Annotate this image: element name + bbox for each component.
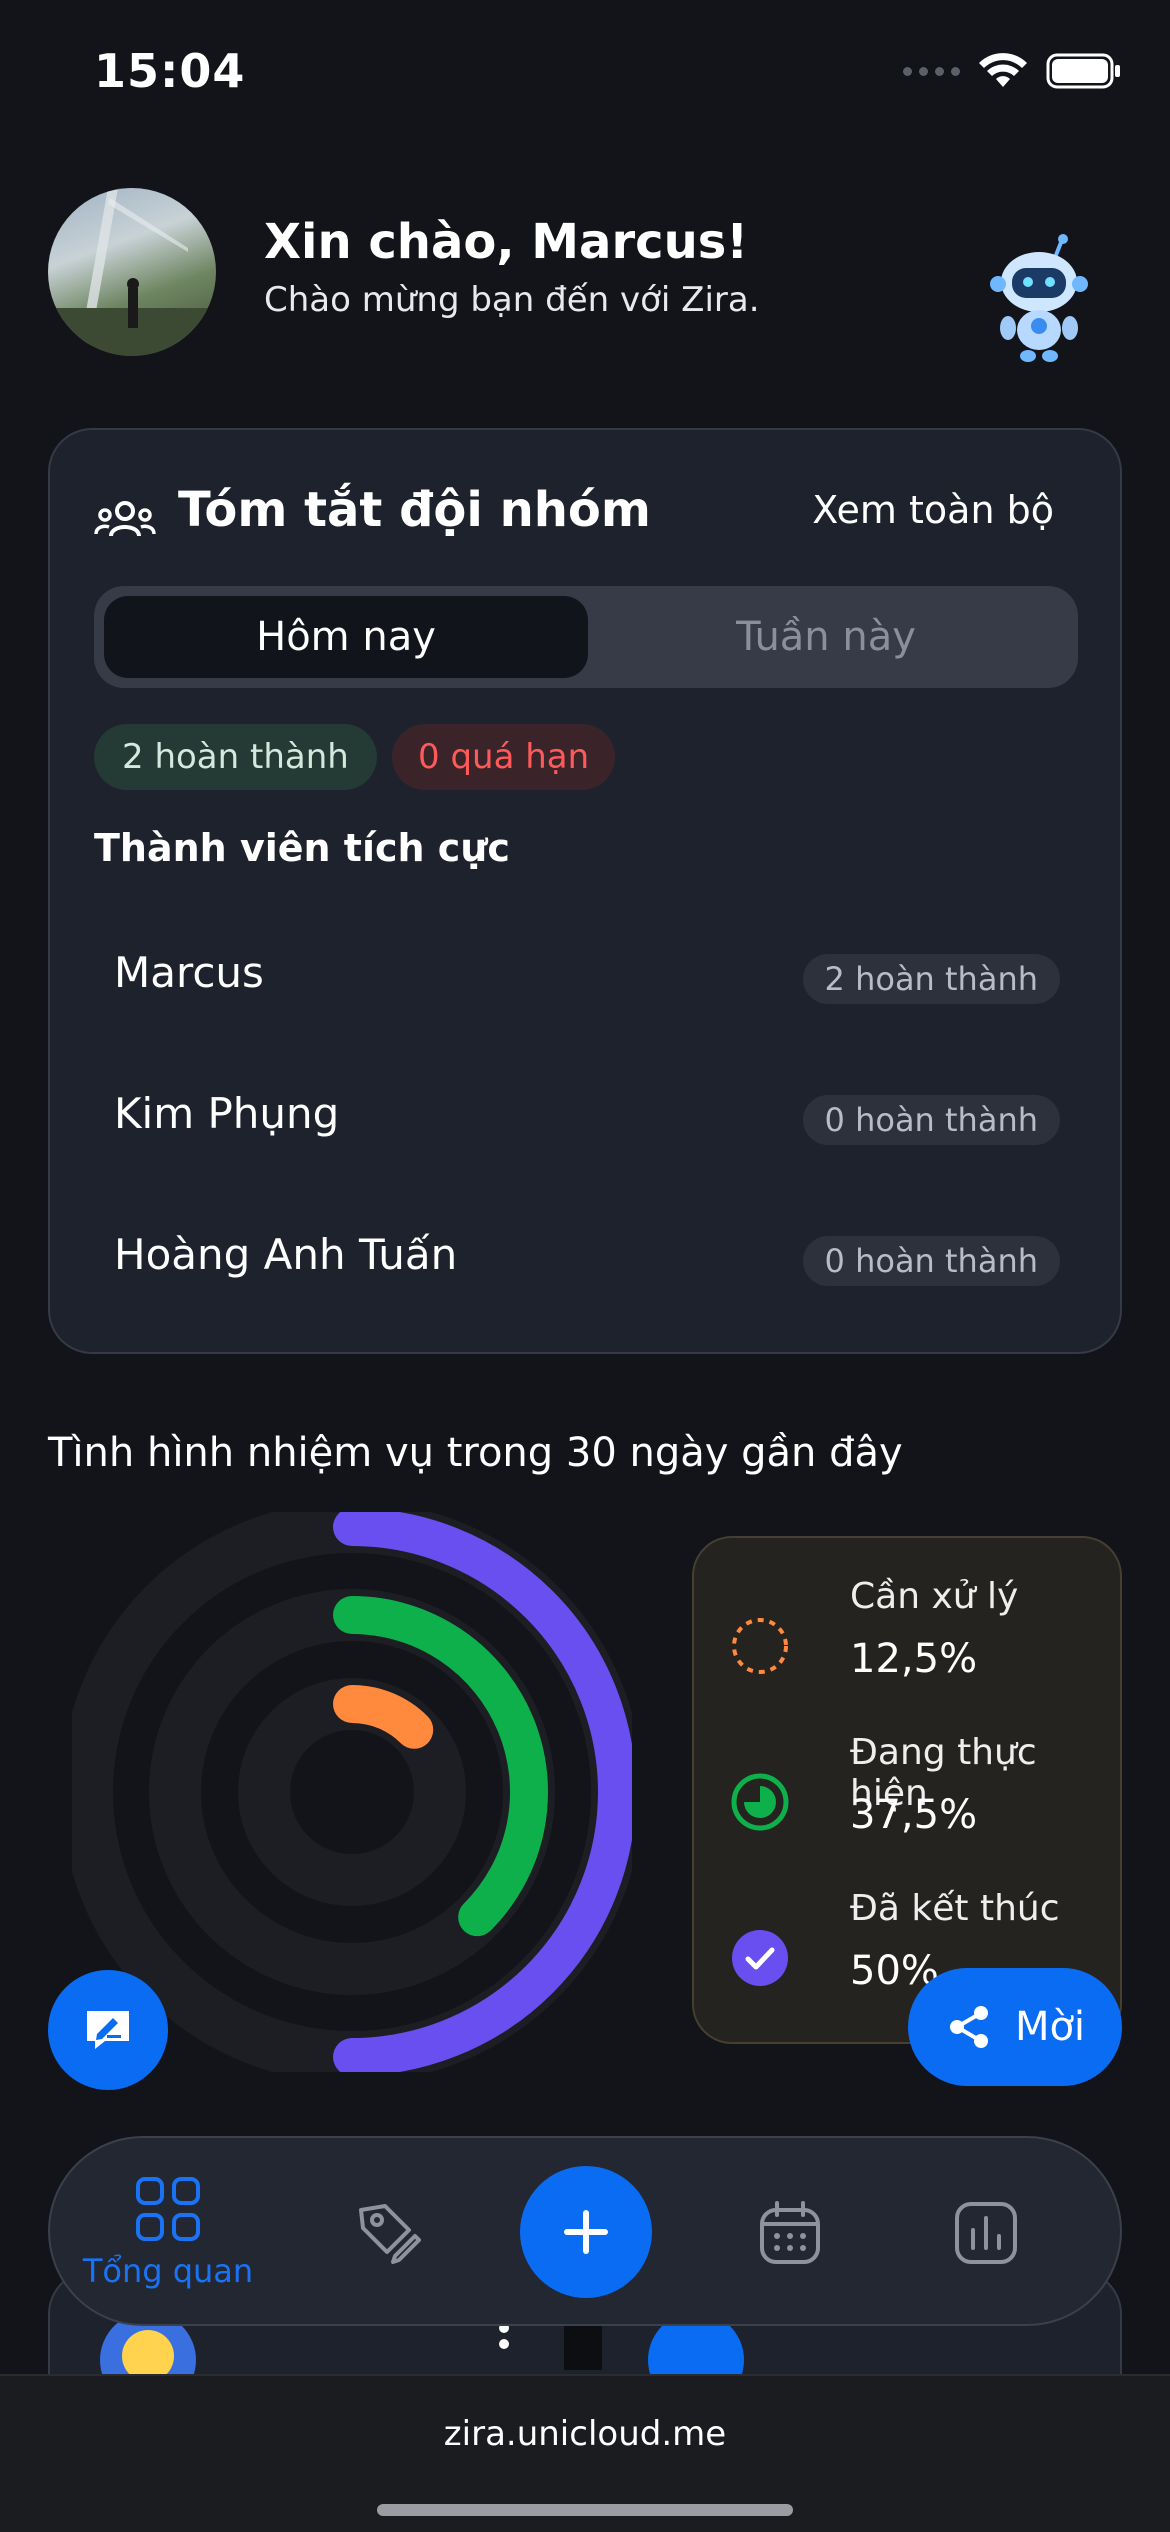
wifi-icon — [979, 53, 1027, 87]
status-time: 15:04 — [94, 44, 246, 98]
greeting-header: Xin chào, Marcus! Chào mừng bạn đến với … — [48, 188, 1122, 362]
avatar-photo — [48, 188, 216, 356]
share-icon — [949, 2006, 988, 2048]
member-row[interactable]: Hoàng Anh Tuấn 0 hoàn thành — [114, 1212, 1060, 1302]
home-indicator — [377, 2504, 793, 2516]
member-name: Kim Phụng — [114, 1089, 340, 1138]
member-row[interactable]: Marcus 2 hoàn thành — [114, 930, 1060, 1020]
calendar-icon — [760, 2201, 820, 2264]
view-all-link[interactable]: Xem toàn bộ — [812, 488, 1054, 532]
team-icon — [94, 501, 156, 537]
invite-label: Mời — [1014, 2004, 1086, 2050]
legend-value: 37,5% — [850, 1792, 978, 1838]
chart-icon — [955, 2202, 1017, 2264]
tab-overview[interactable]: Tổng quan — [78, 2138, 258, 2328]
team-summary-card: Tóm tắt đội nhóm Xem toàn bộ Hôm nay Tuầ… — [48, 428, 1122, 1354]
bottom-tab-bar: Tổng quan — [48, 2136, 1122, 2326]
tab-tasks[interactable] — [328, 2138, 448, 2328]
plus-icon — [564, 2210, 608, 2254]
grid-icon — [136, 2177, 200, 2241]
done-check-circle-icon — [732, 1930, 788, 1986]
team-summary-title: Tóm tắt đội nhóm — [178, 482, 651, 538]
completed-badge: 2 hoàn thành — [94, 724, 377, 790]
period-segmented-control: Hôm nay Tuần này — [94, 586, 1078, 688]
overdue-badge: 0 quá hạn — [392, 724, 616, 790]
active-members-title: Thành viên tích cực — [94, 826, 510, 870]
legend-label: Cần xử lý — [850, 1576, 1019, 1617]
task-status-title: Tình hình nhiệm vụ trong 30 ngày gần đây — [48, 1430, 903, 1476]
robot-assistant-icon[interactable] — [984, 234, 1094, 364]
edit-note-icon — [87, 2011, 129, 2049]
avatar[interactable] — [48, 188, 216, 356]
legend-value: 12,5% — [850, 1636, 978, 1682]
greeting-subtitle: Chào mừng bạn đến với Zira. — [264, 280, 760, 320]
browser-bottom-bar: zira.unicloud.me — [0, 2374, 1170, 2532]
tab-today[interactable]: Hôm nay — [104, 596, 588, 678]
pending-dashed-circle-icon — [732, 1618, 788, 1674]
member-completed-badge: 2 hoàn thành — [802, 954, 1060, 1004]
cellular-signal-icon — [903, 66, 960, 76]
browser-url[interactable]: zira.unicloud.me — [0, 2414, 1170, 2454]
status-bar: 15:04 — [0, 0, 1170, 150]
tab-calendar[interactable] — [730, 2138, 850, 2328]
member-name: Marcus — [114, 948, 264, 997]
battery-icon — [1046, 53, 1120, 89]
member-completed-badge: 0 hoàn thành — [802, 1236, 1060, 1286]
tag-edit-icon — [359, 2204, 421, 2264]
legend-item-in-progress: Đang thực hiện 37,5% — [728, 1732, 1108, 1872]
member-row[interactable]: Kim Phụng 0 hoàn thành — [114, 1071, 1060, 1161]
legend-label: Đã kết thúc — [850, 1888, 1060, 1929]
invite-button[interactable]: Mời — [908, 1968, 1122, 2086]
status-icons — [903, 52, 1122, 90]
legend-item-pending: Cần xử lý 12,5% — [728, 1576, 1108, 1716]
in-progress-circle-icon — [731, 1773, 789, 1831]
member-name: Hoàng Anh Tuấn — [114, 1230, 458, 1279]
greeting-title: Xin chào, Marcus! — [264, 214, 749, 270]
tab-reports[interactable] — [926, 2138, 1046, 2328]
member-completed-badge: 0 hoàn thành — [802, 1095, 1060, 1145]
tab-overview-label: Tổng quan — [82, 2252, 254, 2290]
add-button[interactable] — [520, 2166, 652, 2298]
tab-this-week[interactable]: Tuần này — [584, 596, 1068, 678]
write-note-fab[interactable] — [48, 1970, 168, 2090]
task-status-radial-chart — [72, 1512, 632, 2072]
